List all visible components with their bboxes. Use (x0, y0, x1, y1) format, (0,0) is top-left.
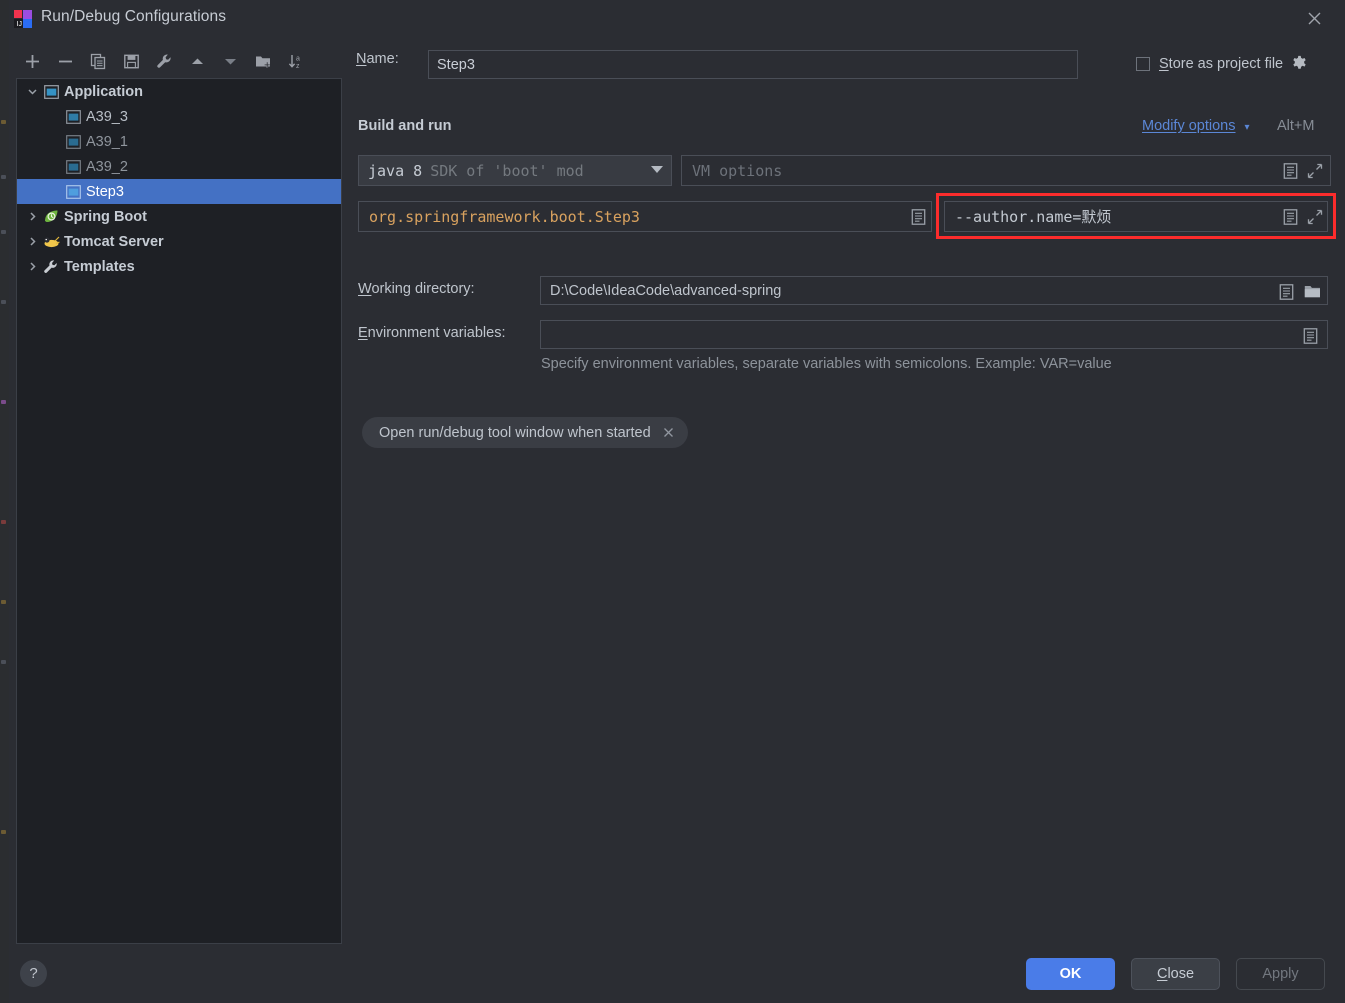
modify-options-shortcut: Alt+M (1277, 118, 1315, 134)
wrench-icon (41, 258, 61, 276)
tree-item-tomcat-server[interactable]: Tomcat Server (17, 229, 341, 254)
svg-text:a: a (296, 55, 300, 62)
program-arguments-input[interactable]: --author.name=默烦 (944, 201, 1328, 232)
move-down-button[interactable] (214, 47, 247, 75)
environment-variables-hint: Specify environment variables, separate … (541, 356, 1112, 372)
move-up-button[interactable] (181, 47, 214, 75)
gear-icon[interactable] (1291, 55, 1308, 72)
svg-text:z: z (296, 63, 300, 70)
add-configuration-button[interactable] (16, 47, 49, 75)
application-icon (41, 83, 61, 101)
dropdown-caret-icon[interactable] (651, 166, 663, 173)
browse-folder-icon[interactable] (1302, 282, 1322, 301)
tree-item-application[interactable]: Application (17, 79, 341, 104)
remove-configuration-button[interactable] (49, 47, 82, 75)
chevron-right-icon[interactable] (23, 261, 41, 272)
spring-boot-icon (41, 208, 61, 226)
insert-macro-icon[interactable] (1280, 207, 1300, 226)
copy-configuration-button[interactable] (82, 47, 115, 75)
name-input[interactable]: Step3 (428, 50, 1078, 79)
tree-item-label: Application (64, 83, 143, 100)
environment-variables-label: Environment variables: (358, 325, 506, 341)
name-input-value: Step3 (437, 56, 475, 73)
sort-alphabetically-button[interactable]: a z (280, 47, 313, 75)
editor-edge-strip (0, 0, 9, 1003)
application-icon (63, 108, 83, 126)
chip-label: Open run/debug tool window when started (379, 424, 651, 441)
configurations-tree[interactable]: Application A39_3 A39_1 A39_2 Step3 Spri… (16, 78, 342, 944)
tree-item-a39-1[interactable]: A39_1 (17, 129, 341, 154)
insert-macro-icon[interactable] (1300, 326, 1320, 345)
tree-item-templates[interactable]: Templates (17, 254, 341, 279)
modify-options-label: Modify options (1142, 118, 1236, 134)
insert-macro-icon[interactable] (1276, 282, 1296, 301)
build-and-run-section-title: Build and run (358, 118, 452, 134)
tree-item-spring-boot[interactable]: Spring Boot (17, 204, 341, 229)
chevron-right-icon[interactable] (23, 211, 41, 222)
close-icon[interactable] (1296, 2, 1332, 35)
name-label: Name: (356, 50, 399, 68)
expand-editor-icon[interactable] (1305, 161, 1325, 180)
tree-item-label: Templates (64, 258, 135, 275)
name-label-mnemonic: N (356, 51, 367, 67)
edit-templates-button[interactable] (148, 47, 181, 75)
jdk-selector[interactable]: java 8 SDK of 'boot' mod (358, 155, 672, 186)
insert-macro-icon[interactable] (908, 207, 928, 226)
tree-item-label: A39_2 (86, 158, 128, 175)
chevron-down-icon[interactable] (23, 86, 41, 97)
working-directory-input[interactable]: D:\Code\IdeaCode\advanced-spring (540, 276, 1328, 305)
tree-item-label: Tomcat Server (64, 233, 164, 250)
tomcat-icon (41, 233, 61, 251)
tree-item-label: A39_3 (86, 108, 128, 125)
ok-button[interactable]: OK (1026, 958, 1115, 990)
checkbox-box[interactable] (1136, 56, 1150, 71)
intellij-idea-logo-icon: IJ (13, 9, 33, 29)
vm-options-input[interactable]: VM options (681, 155, 1331, 186)
jdk-description: SDK of 'boot' mod (430, 161, 584, 180)
environment-variables-input[interactable] (540, 320, 1328, 349)
help-button[interactable]: ? (20, 960, 47, 987)
close-icon[interactable] (660, 424, 678, 442)
save-configuration-button[interactable] (115, 47, 148, 75)
vm-options-placeholder: VM options (692, 161, 783, 180)
working-directory-value: D:\Code\IdeaCode\advanced-spring (550, 282, 782, 299)
working-directory-label: Working directory: (358, 281, 475, 297)
expand-editor-icon[interactable] (1305, 207, 1325, 226)
svg-text:IJ: IJ (17, 21, 22, 28)
apply-button[interactable]: Apply (1236, 958, 1325, 990)
configurations-toolbar: a z (16, 46, 342, 76)
tree-item-label: Spring Boot (64, 208, 147, 225)
name-label-rest: ame: (366, 51, 399, 67)
option-chip-open-run-debug-tool-window[interactable]: Open run/debug tool window when started (362, 417, 688, 448)
modify-options-link[interactable]: Modify options ▾ (1142, 118, 1250, 134)
tree-item-label: A39_1 (86, 133, 128, 150)
new-folder-button[interactable] (247, 47, 280, 75)
application-icon (63, 133, 83, 151)
run-debug-configurations-dialog: IJ Run/Debug Configurations a z Applicat… (0, 0, 1345, 1003)
tree-item-a39-2[interactable]: A39_2 (17, 154, 341, 179)
store-as-project-file-label: Store as project file (1159, 55, 1284, 72)
application-icon (63, 158, 83, 176)
close-button[interactable]: Close (1131, 958, 1220, 990)
tree-item-a39-3[interactable]: A39_3 (17, 104, 341, 129)
chevron-right-icon[interactable] (23, 236, 41, 247)
main-class-input[interactable]: org.springframework.boot.Step3 (358, 201, 932, 232)
chevron-down-icon: ▾ (1244, 122, 1250, 133)
tree-item-step3[interactable]: Step3 (17, 179, 341, 204)
store-as-project-file-checkbox[interactable]: Store as project file (1136, 55, 1308, 72)
dialog-title: Run/Debug Configurations (41, 8, 227, 25)
application-icon (63, 183, 83, 201)
jdk-name: java 8 (368, 161, 423, 180)
title-bar: IJ Run/Debug Configurations (0, 0, 1345, 38)
tree-item-label: Step3 (86, 183, 124, 200)
program-arguments-value: --author.name=默烦 (955, 208, 1112, 226)
insert-macro-icon[interactable] (1280, 161, 1300, 180)
main-class-value: org.springframework.boot.Step3 (369, 207, 640, 226)
